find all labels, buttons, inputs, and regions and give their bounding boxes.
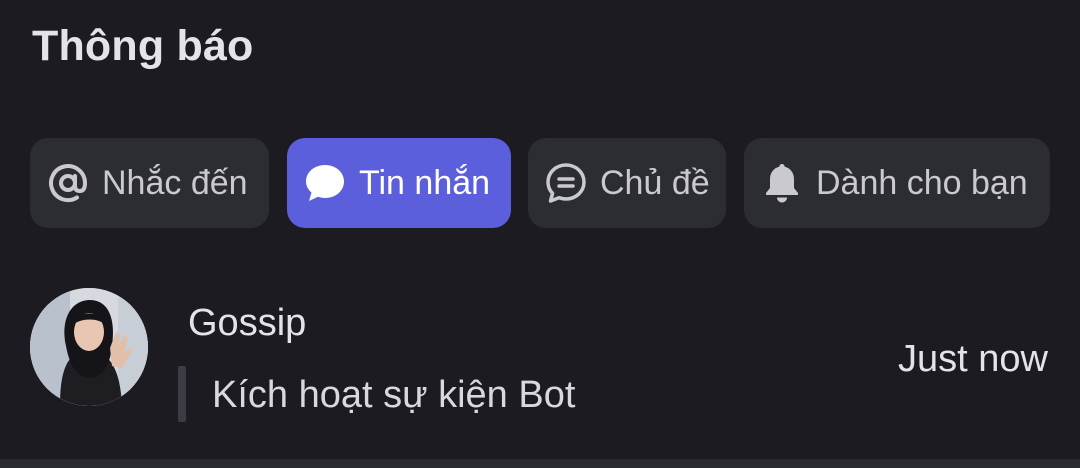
bell-icon (760, 161, 804, 205)
tab-label: Nhắc đến (102, 163, 248, 202)
notification-message: Kích hoạt sự kiện Bot (212, 374, 576, 416)
tab-for-you[interactable]: Dành cho bạn (744, 138, 1050, 228)
quote-bar (178, 366, 186, 422)
notification-item[interactable]: Gossip Kích hoạt sự kiện Bot Just now (0, 272, 1080, 458)
page-title: Thông báo (32, 22, 254, 70)
notification-sender: Gossip (188, 302, 307, 344)
notifications-page: Thông báo Nhắc đến Tin nhắn Chủ đề Dành … (0, 0, 1080, 468)
tab-topics[interactable]: Chủ đề (528, 138, 726, 228)
tab-mentions[interactable]: Nhắc đến (30, 138, 269, 228)
chat-bubble-icon (303, 161, 347, 205)
tab-label: Tin nhắn (359, 163, 491, 202)
divider (0, 459, 1080, 468)
notification-time: Just now (898, 338, 1048, 380)
tab-messages[interactable]: Tin nhắn (287, 138, 511, 228)
avatar[interactable] (30, 288, 148, 406)
tab-label: Dành cho bạn (816, 163, 1028, 202)
thread-icon (544, 161, 588, 205)
at-icon (46, 161, 90, 205)
tab-label: Chủ đề (600, 163, 710, 202)
